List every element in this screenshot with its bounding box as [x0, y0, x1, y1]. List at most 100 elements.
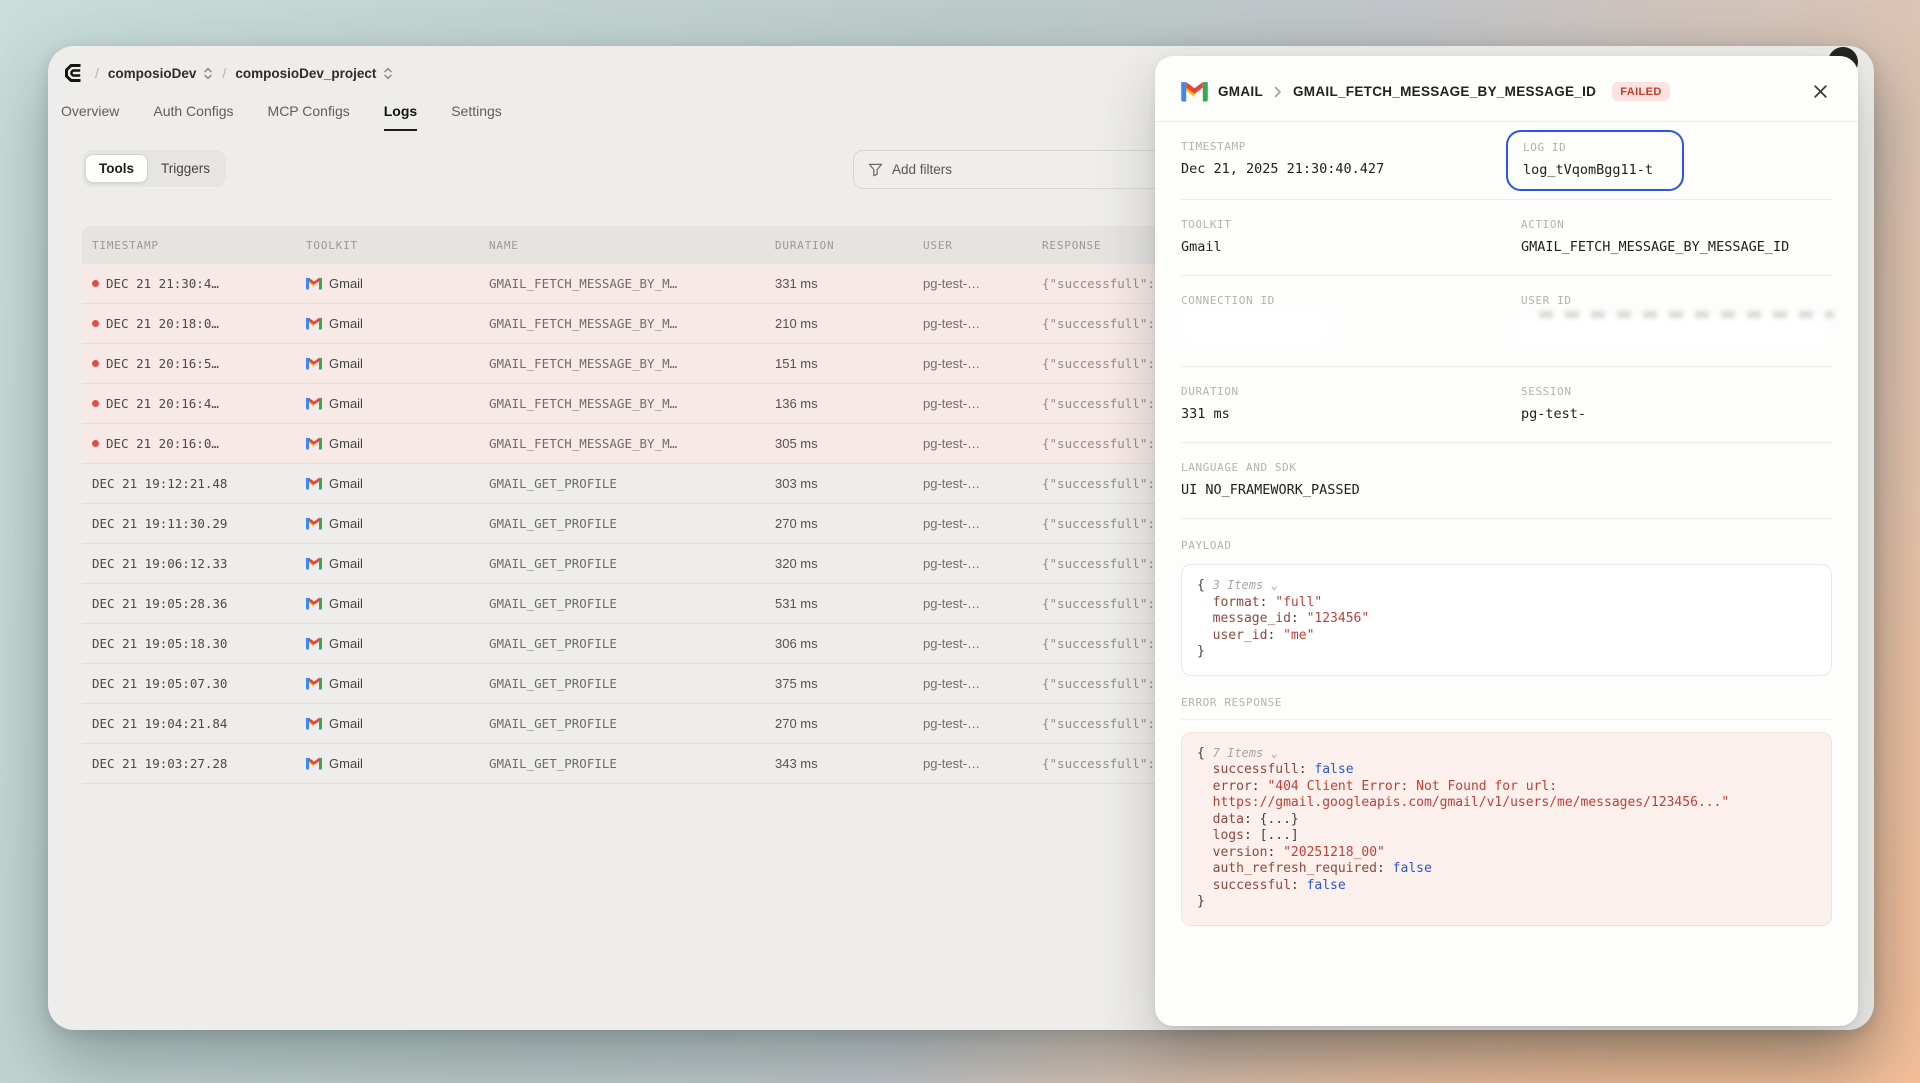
failed-dot-icon — [92, 360, 99, 367]
gmail-icon — [306, 597, 322, 610]
cell-duration: 151 ms — [775, 356, 923, 371]
cell-user: pg-test-… — [923, 276, 1042, 291]
breadcrumb-separator: / — [95, 65, 99, 81]
cell-name: GMAIL_FETCH_MESSAGE_BY_M… — [489, 316, 775, 331]
cell-name: GMAIL_FETCH_MESSAGE_BY_M… — [489, 436, 775, 451]
payload-label: PAYLOAD — [1181, 539, 1832, 552]
breadcrumb: / composioDev / composioDev_project — [62, 56, 393, 90]
error-response-section: ERROR RESPONSE { 7 Items ⌄ successfull: … — [1155, 676, 1858, 926]
cell-name: GMAIL_GET_PROFILE — [489, 636, 775, 651]
cell-toolkit: Gmail — [306, 756, 489, 771]
field-language-sdk: LANGUAGE AND SDK UI NO_FRAMEWORK_PASSED — [1181, 461, 1832, 498]
tab-auth-configs[interactable]: Auth Configs — [153, 103, 233, 131]
field-connection-id: CONNECTION ID — [1181, 294, 1521, 346]
field-duration: DURATION 331 ms — [1181, 385, 1521, 422]
close-icon — [1813, 84, 1828, 99]
cell-name: GMAIL_FETCH_MESSAGE_BY_M… — [489, 356, 775, 371]
cell-timestamp: DEC 21 19:05:18.30 — [92, 636, 306, 651]
cell-timestamp: DEC 21 20:16:0… — [92, 436, 306, 451]
column-header-user: USER — [923, 239, 1042, 252]
failed-dot-icon — [92, 400, 99, 407]
payload-section: PAYLOAD { 3 Items ⌄ format: "full" messa… — [1155, 519, 1858, 676]
panel-action-name: GMAIL_FETCH_MESSAGE_BY_MESSAGE_ID — [1293, 84, 1596, 99]
cell-user: pg-test-… — [923, 756, 1042, 771]
gmail-icon — [306, 757, 322, 770]
cell-toolkit: Gmail — [306, 676, 489, 691]
cell-name: GMAIL_GET_PROFILE — [489, 756, 775, 771]
cell-duration: 303 ms — [775, 476, 923, 491]
gmail-icon — [306, 437, 322, 450]
cell-duration: 136 ms — [775, 396, 923, 411]
gmail-icon — [306, 397, 322, 410]
redacted-user-id-ghost — [1539, 311, 1834, 318]
cell-name: GMAIL_GET_PROFILE — [489, 716, 775, 731]
cell-duration: 331 ms — [775, 276, 923, 291]
cell-timestamp: DEC 21 19:05:07.30 — [92, 676, 306, 691]
cell-name: GMAIL_FETCH_MESSAGE_BY_M… — [489, 396, 775, 411]
gmail-icon — [306, 637, 322, 650]
log-detail-panel: GMAIL GMAIL_FETCH_MESSAGE_BY_MESSAGE_ID … — [1155, 56, 1858, 1026]
payload-json[interactable]: { 3 Items ⌄ format: "full" message_id: "… — [1181, 564, 1832, 676]
panel-fields: TIMESTAMP Dec 21, 2025 21:30:40.427 LOG … — [1155, 122, 1858, 519]
field-action: ACTION GMAIL_FETCH_MESSAGE_BY_MESSAGE_ID — [1521, 218, 1832, 255]
cell-user: pg-test-… — [923, 556, 1042, 571]
cell-user: pg-test-… — [923, 436, 1042, 451]
cell-timestamp: DEC 21 21:30:4… — [92, 276, 306, 291]
gmail-icon — [306, 317, 322, 330]
redacted-user-id — [1521, 321, 1821, 346]
tab-settings[interactable]: Settings — [451, 103, 502, 131]
error-response-label: ERROR RESPONSE — [1181, 696, 1832, 709]
cell-name: GMAIL_GET_PROFILE — [489, 556, 775, 571]
cell-timestamp: DEC 21 20:18:0… — [92, 316, 306, 331]
cell-toolkit: Gmail — [306, 396, 489, 411]
cell-toolkit: Gmail — [306, 356, 489, 371]
column-header-timestamp: TIMESTAMP — [92, 239, 306, 252]
cell-user: pg-test-… — [923, 356, 1042, 371]
cell-duration: 375 ms — [775, 676, 923, 691]
cell-user: pg-test-… — [923, 476, 1042, 491]
tab-mcp-configs[interactable]: MCP Configs — [268, 103, 350, 131]
org-switcher-icon[interactable] — [203, 67, 213, 80]
column-header-duration: DURATION — [775, 239, 923, 252]
log-id-highlight-box: LOG ID log_tVqomBgg11-t — [1506, 130, 1684, 191]
gmail-icon — [306, 517, 322, 530]
column-header-toolkit: TOOLKIT — [306, 239, 489, 252]
cell-duration: 270 ms — [775, 516, 923, 531]
error-response-json[interactable]: { 7 Items ⌄ successfull: false error: "4… — [1181, 732, 1832, 926]
tab-overview[interactable]: Overview — [61, 103, 119, 131]
cell-toolkit: Gmail — [306, 716, 489, 731]
cell-duration: 343 ms — [775, 756, 923, 771]
chevron-right-icon — [1274, 86, 1282, 98]
cell-duration: 210 ms — [775, 316, 923, 331]
breadcrumb-project[interactable]: composioDev_project — [235, 66, 376, 81]
cell-toolkit: Gmail — [306, 316, 489, 331]
field-log-id: LOG ID log_tVqomBgg11-t — [1523, 141, 1667, 178]
cell-name: GMAIL_GET_PROFILE — [489, 596, 775, 611]
field-session: SESSION pg-test- — [1521, 385, 1832, 422]
status-badge: FAILED — [1612, 82, 1670, 101]
cell-name: GMAIL_GET_PROFILE — [489, 476, 775, 491]
cell-timestamp: DEC 21 20:16:5… — [92, 356, 306, 371]
cell-toolkit: Gmail — [306, 436, 489, 451]
gmail-icon — [306, 557, 322, 570]
failed-dot-icon — [92, 280, 99, 287]
segment-tools[interactable]: Tools — [85, 154, 148, 183]
project-switcher-icon[interactable] — [383, 67, 393, 80]
cell-user: pg-test-… — [923, 316, 1042, 331]
cell-duration: 306 ms — [775, 636, 923, 651]
breadcrumb-org[interactable]: composioDev — [108, 66, 197, 81]
cell-toolkit: Gmail — [306, 476, 489, 491]
gmail-icon — [306, 357, 322, 370]
breadcrumb-separator: / — [222, 65, 226, 81]
close-panel-button[interactable] — [1809, 80, 1832, 103]
tab-logs[interactable]: Logs — [384, 103, 417, 131]
gmail-icon — [1181, 81, 1208, 102]
cell-toolkit: Gmail — [306, 636, 489, 651]
cell-user: pg-test-… — [923, 396, 1042, 411]
failed-dot-icon — [92, 320, 99, 327]
field-user-id: USER ID — [1521, 294, 1834, 346]
cell-user: pg-test-… — [923, 676, 1042, 691]
panel-header: GMAIL GMAIL_FETCH_MESSAGE_BY_MESSAGE_ID … — [1155, 56, 1858, 122]
segment-triggers[interactable]: Triggers — [148, 155, 223, 182]
cell-timestamp: DEC 21 20:16:4… — [92, 396, 306, 411]
